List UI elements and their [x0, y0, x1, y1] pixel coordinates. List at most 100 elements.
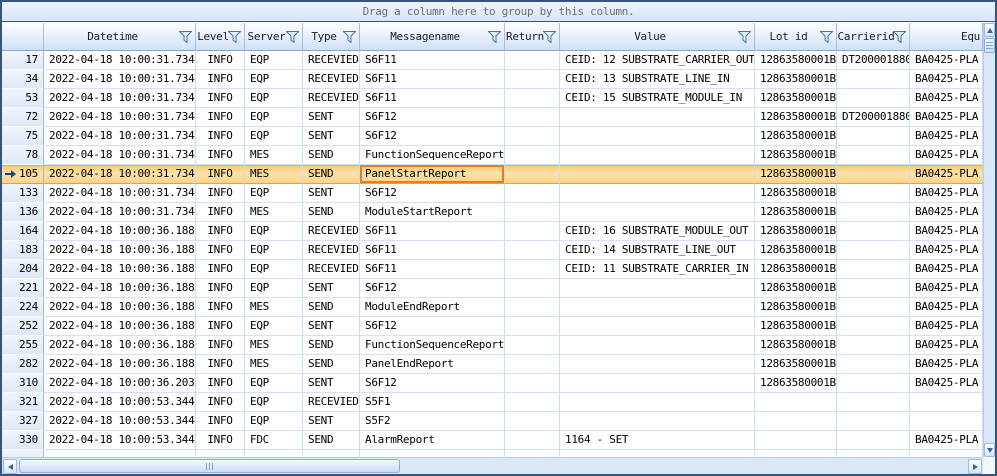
row-indicator[interactable]: 183 [2, 241, 44, 260]
cell-level[interactable]: INFO [196, 431, 245, 450]
column-header-lotid[interactable]: Lot id [755, 23, 837, 51]
cell-messagename[interactable]: S6F12 [360, 184, 505, 203]
cell-lotid[interactable] [755, 431, 837, 450]
cell-level[interactable]: INFO [196, 184, 245, 203]
row-indicator-header[interactable] [2, 23, 44, 51]
cell-server[interactable]: MES [245, 336, 303, 355]
column-header-carrierid[interactable]: Carrierid [837, 23, 910, 51]
cell-return[interactable] [505, 203, 560, 222]
row-indicator[interactable]: 252 [2, 317, 44, 336]
vertical-scrollbar[interactable] [983, 23, 995, 457]
column-header-return[interactable]: Return [505, 23, 560, 51]
cell-messagename[interactable]: PanelStartReport [360, 165, 505, 184]
cell-server[interactable]: MES [245, 355, 303, 374]
cell-datetime[interactable]: 2022-04-18 10:00:31.734 [44, 146, 196, 165]
cell-eq[interactable]: BA0425-PLA [910, 298, 983, 317]
cell-messagename[interactable]: S6F12 [360, 279, 505, 298]
cell-server[interactable]: EQP [245, 51, 303, 70]
cell-return[interactable] [505, 241, 560, 260]
row-indicator[interactable]: 17 [2, 51, 44, 70]
cell-carrierid[interactable] [837, 222, 910, 241]
cell-carrierid[interactable] [837, 70, 910, 89]
cell-carrierid[interactable] [837, 412, 910, 431]
table-row[interactable]: 1332022-04-18 10:00:31.734INFOEQPSENTS6F… [2, 184, 983, 203]
cell-return[interactable] [505, 393, 560, 412]
table-row[interactable]: 3302022-04-18 10:00:53.344INFOFDCSENDAla… [2, 431, 983, 450]
cell-value[interactable]: 1164 - SET [560, 431, 755, 450]
cell-messagename[interactable]: S6F12 [360, 108, 505, 127]
cell-lotid[interactable] [755, 412, 837, 431]
cell-return[interactable] [505, 146, 560, 165]
cell-datetime[interactable]: 2022-04-18 10:00:53.344 [44, 431, 196, 450]
table-row[interactable]: 172022-04-18 10:00:31.734INFOEQPRECEVIED… [2, 51, 983, 70]
cell-carrierid[interactable] [837, 203, 910, 222]
cell-server[interactable]: EQP [245, 317, 303, 336]
horizontal-scroll-thumb[interactable] [19, 459, 400, 473]
row-indicator[interactable]: 255 [2, 336, 44, 355]
cell-return[interactable] [505, 165, 560, 184]
cell-return[interactable] [505, 336, 560, 355]
cell-lotid[interactable]: 12863580001B [755, 51, 837, 70]
cell-server[interactable]: EQP [245, 127, 303, 146]
cell-value[interactable] [560, 108, 755, 127]
cell-datetime[interactable]: 2022-04-18 10:00:31.734 [44, 108, 196, 127]
cell-messagename[interactable]: S6F11 [360, 260, 505, 279]
cell-carrierid[interactable] [837, 89, 910, 108]
cell-value[interactable]: CEID: 14 SUBSTRATE_LINE_OUT [560, 241, 755, 260]
vertical-scroll-thumb[interactable] [984, 38, 995, 53]
cell-server[interactable]: EQP [245, 260, 303, 279]
cell-return[interactable] [505, 355, 560, 374]
cell-datetime[interactable]: 2022-04-18 10:00:31.734 [44, 165, 196, 184]
cell-datetime[interactable]: 2022-04-18 10:00:36.188 [44, 355, 196, 374]
row-indicator[interactable]: 34 [2, 70, 44, 89]
cell-value[interactable] [560, 184, 755, 203]
cell-eq[interactable]: BA0425-PLA [910, 279, 983, 298]
cell-level[interactable]: INFO [196, 89, 245, 108]
cell-datetime[interactable]: 2022-04-18 10:00:36.188 [44, 317, 196, 336]
cell-carrierid[interactable] [837, 127, 910, 146]
cell-eq[interactable]: BA0425-PLA [910, 336, 983, 355]
cell-datetime[interactable]: 2022-04-18 10:00:31.734 [44, 127, 196, 146]
row-indicator[interactable]: 221 [2, 279, 44, 298]
table-row[interactable]: 3272022-04-18 10:00:53.344INFOEQPSENTS5F… [2, 412, 983, 431]
table-row[interactable]: 3102022-04-18 10:00:36.203INFOEQPSENTS6F… [2, 374, 983, 393]
cell-datetime[interactable]: 2022-04-18 10:00:36.188 [44, 241, 196, 260]
cell-eq[interactable]: BA0425-PLA [910, 184, 983, 203]
cell-carrierid[interactable] [837, 374, 910, 393]
cell-type[interactable]: SEND [303, 165, 360, 184]
cell-carrierid[interactable] [837, 336, 910, 355]
cell-lotid[interactable]: 12863580001B [755, 146, 837, 165]
cell-datetime[interactable]: 2022-04-18 10:00:36.188 [44, 336, 196, 355]
cell-datetime[interactable]: 2022-04-18 10:00:31.734 [44, 203, 196, 222]
cell-messagename[interactable]: FunctionSequenceReport [360, 146, 505, 165]
cell-type[interactable]: SEND [303, 298, 360, 317]
cell-level[interactable]: INFO [196, 260, 245, 279]
cell-server[interactable]: EQP [245, 108, 303, 127]
cell-value[interactable]: CEID: 12 SUBSTRATE_CARRIER_OUT [560, 51, 755, 70]
cell-eq[interactable]: BA0425-PLA [910, 165, 983, 184]
cell-lotid[interactable]: 12863580001B [755, 279, 837, 298]
cell-value[interactable] [560, 127, 755, 146]
cell-server[interactable]: EQP [245, 184, 303, 203]
cell-type[interactable]: RECEVIED [303, 70, 360, 89]
row-indicator[interactable]: 75 [2, 127, 44, 146]
cell-messagename[interactable]: AlarmReport [360, 431, 505, 450]
cell-datetime[interactable]: 2022-04-18 10:00:53.344 [44, 412, 196, 431]
table-row[interactable]: 2042022-04-18 10:00:36.188INFOEQPRECEVIE… [2, 260, 983, 279]
cell-server[interactable]: MES [245, 298, 303, 317]
cell-type[interactable]: SENT [303, 127, 360, 146]
cell-lotid[interactable]: 12863580001B [755, 70, 837, 89]
cell-value[interactable] [560, 374, 755, 393]
cell-eq[interactable] [910, 412, 983, 431]
cell-messagename[interactable]: S6F12 [360, 317, 505, 336]
cell-messagename[interactable]: ModuleEndReport [360, 298, 505, 317]
cell-eq[interactable]: BA0425-PLA [910, 51, 983, 70]
cell-type[interactable]: SEND [303, 203, 360, 222]
table-row[interactable]: 2552022-04-18 10:00:36.188INFOMESSENDFun… [2, 336, 983, 355]
cell-type[interactable]: SEND [303, 146, 360, 165]
table-row[interactable]: 532022-04-18 10:00:31.734INFOEQPRECEVIED… [2, 89, 983, 108]
filter-icon[interactable] [738, 31, 751, 43]
table-row[interactable]: 1362022-04-18 10:00:31.734INFOMESSENDMod… [2, 203, 983, 222]
filter-icon[interactable] [820, 31, 833, 43]
cell-type[interactable]: SENT [303, 279, 360, 298]
